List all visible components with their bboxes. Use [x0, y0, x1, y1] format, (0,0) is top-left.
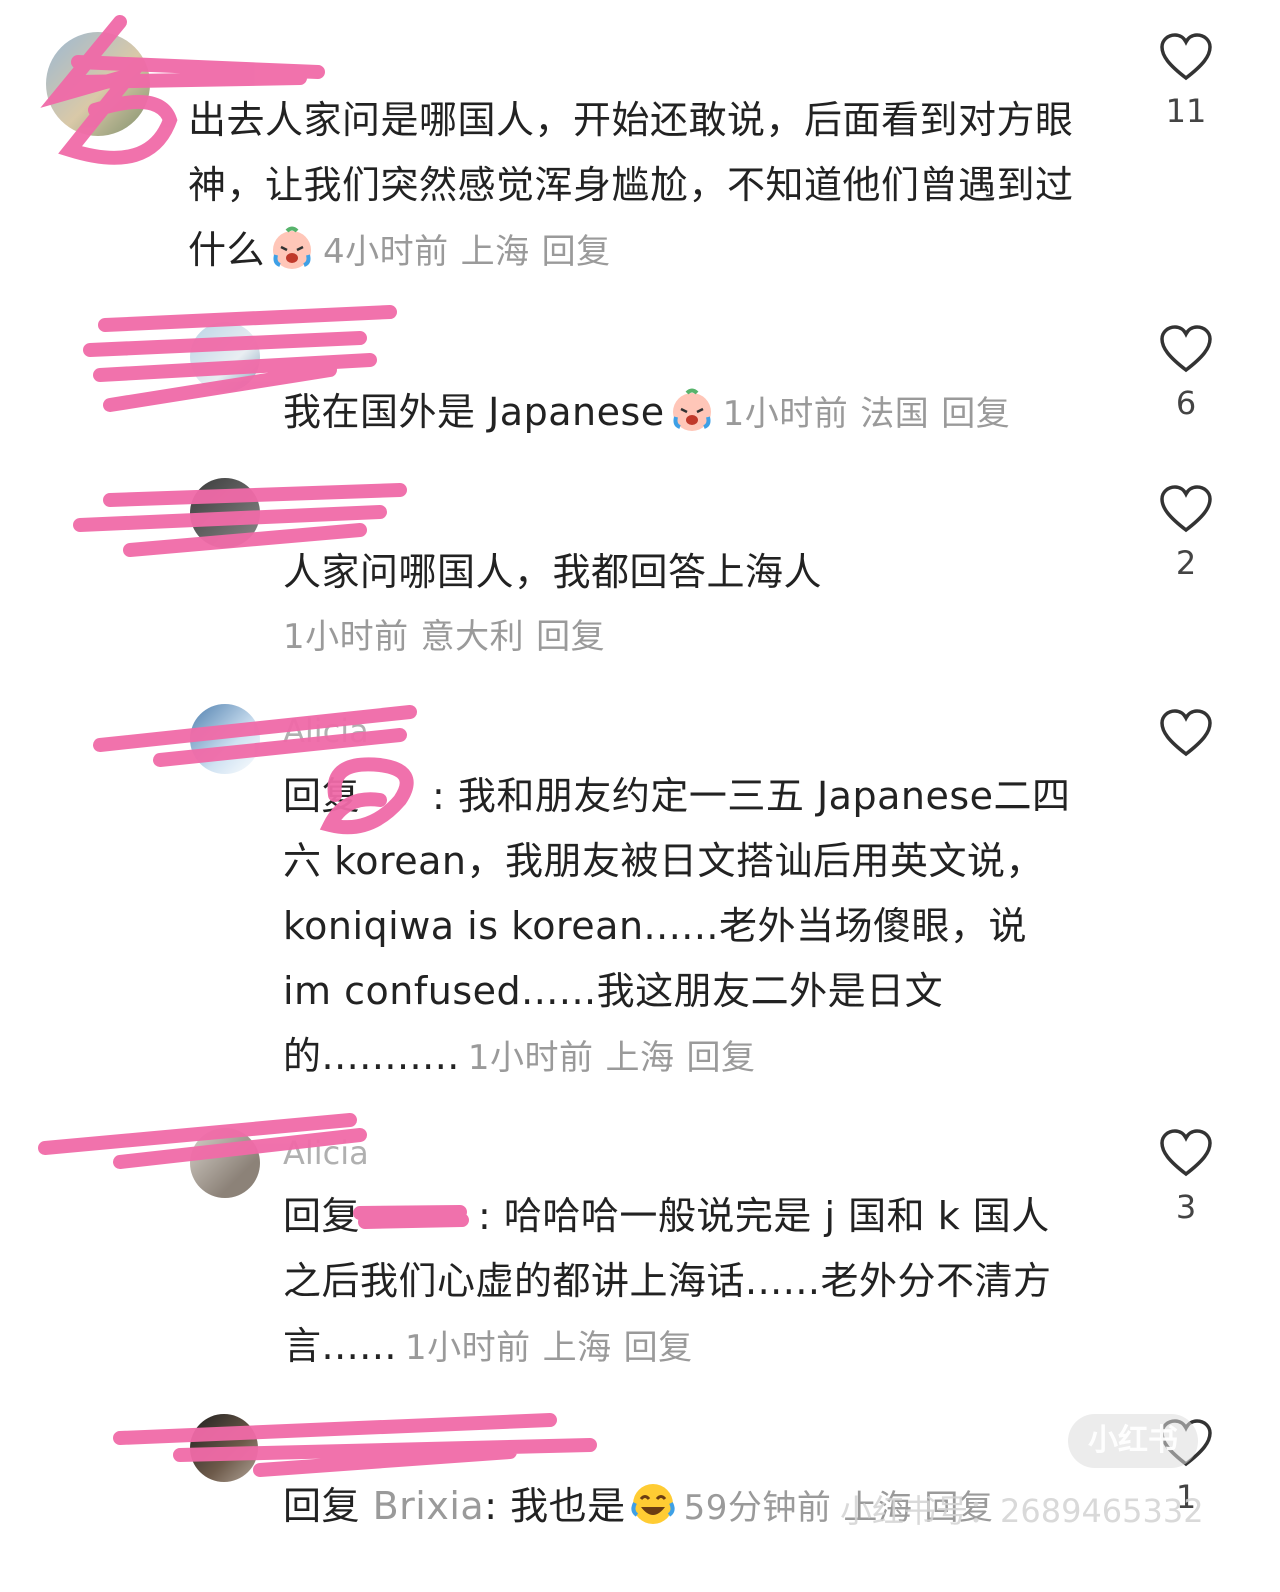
like-button[interactable]: 11	[1150, 32, 1222, 130]
watermark-badge: 小红书	[1068, 1414, 1198, 1468]
like-count: 11	[1165, 92, 1207, 130]
comment-body: 我在国外是 Japanese 1小时前 法国 回复	[283, 380, 1143, 447]
like-count: 2	[1175, 544, 1197, 582]
avatar[interactable]	[190, 478, 260, 548]
avatar[interactable]	[190, 704, 260, 774]
comment-meta: 1小时前 上海 回复	[467, 1038, 756, 1078]
reply-button[interactable]: 回复	[941, 394, 1010, 434]
comment-body: 回复: 哈哈哈一般说完是 j 国和 k 国人之后我们心虚的都讲上海话......…	[283, 1194, 1052, 1368]
like-button[interactable]: 3	[1150, 1128, 1222, 1226]
username[interactable]: Alicia	[283, 712, 369, 750]
reply-button[interactable]: 回复	[624, 1328, 693, 1368]
avatar[interactable]	[190, 322, 260, 392]
comment-meta: 1小时前 意大利 回复	[283, 617, 606, 657]
comment-body: 回复: 我和朋友约定一三五 Japanese二四六 korean，我朋友被日文搭…	[283, 774, 1071, 1078]
watermark-text: 小红书号：2689465332	[840, 1492, 1204, 1530]
heart-icon	[1160, 709, 1212, 757]
comment-meta: 1小时前 上海 回复	[404, 1328, 693, 1368]
heart-icon	[1160, 325, 1212, 373]
avatar[interactable]	[190, 1128, 260, 1198]
like-button[interactable]: 2	[1150, 484, 1222, 582]
heart-icon	[1160, 33, 1212, 81]
comment-meta: 4小时前 上海 回复	[323, 232, 611, 272]
like-button[interactable]	[1150, 708, 1222, 768]
reply-target-username[interactable]: Brixia	[373, 1484, 485, 1528]
avatar[interactable]	[46, 32, 150, 136]
heart-icon	[1160, 1129, 1212, 1177]
like-button[interactable]: 6	[1150, 324, 1222, 422]
avatar[interactable]	[190, 1414, 258, 1482]
reply-button[interactable]: 回复	[542, 232, 611, 272]
reply-button[interactable]: 回复	[536, 617, 605, 657]
comment-body: 出去人家问是哪国人，开始还敢说，后面看到对方眼神，让我们突然感觉浑身尴尬，不知道…	[188, 98, 1074, 272]
comment-meta: 1小时前 法国 回复	[722, 394, 1011, 434]
crying-laughing-face-emoji-icon	[669, 387, 715, 433]
heart-icon	[1160, 485, 1212, 533]
reply-button[interactable]: 回复	[687, 1038, 756, 1078]
comment-body: 人家问哪国人，我都回答上海人 1小时前 意大利 回复	[283, 540, 1143, 670]
like-count: 3	[1175, 1188, 1197, 1226]
like-count: 6	[1175, 384, 1197, 422]
tears-of-joy-emoji-icon	[630, 1481, 676, 1527]
crying-laughing-face-emoji-icon	[269, 225, 315, 271]
username[interactable]: Alicia	[283, 1134, 369, 1172]
